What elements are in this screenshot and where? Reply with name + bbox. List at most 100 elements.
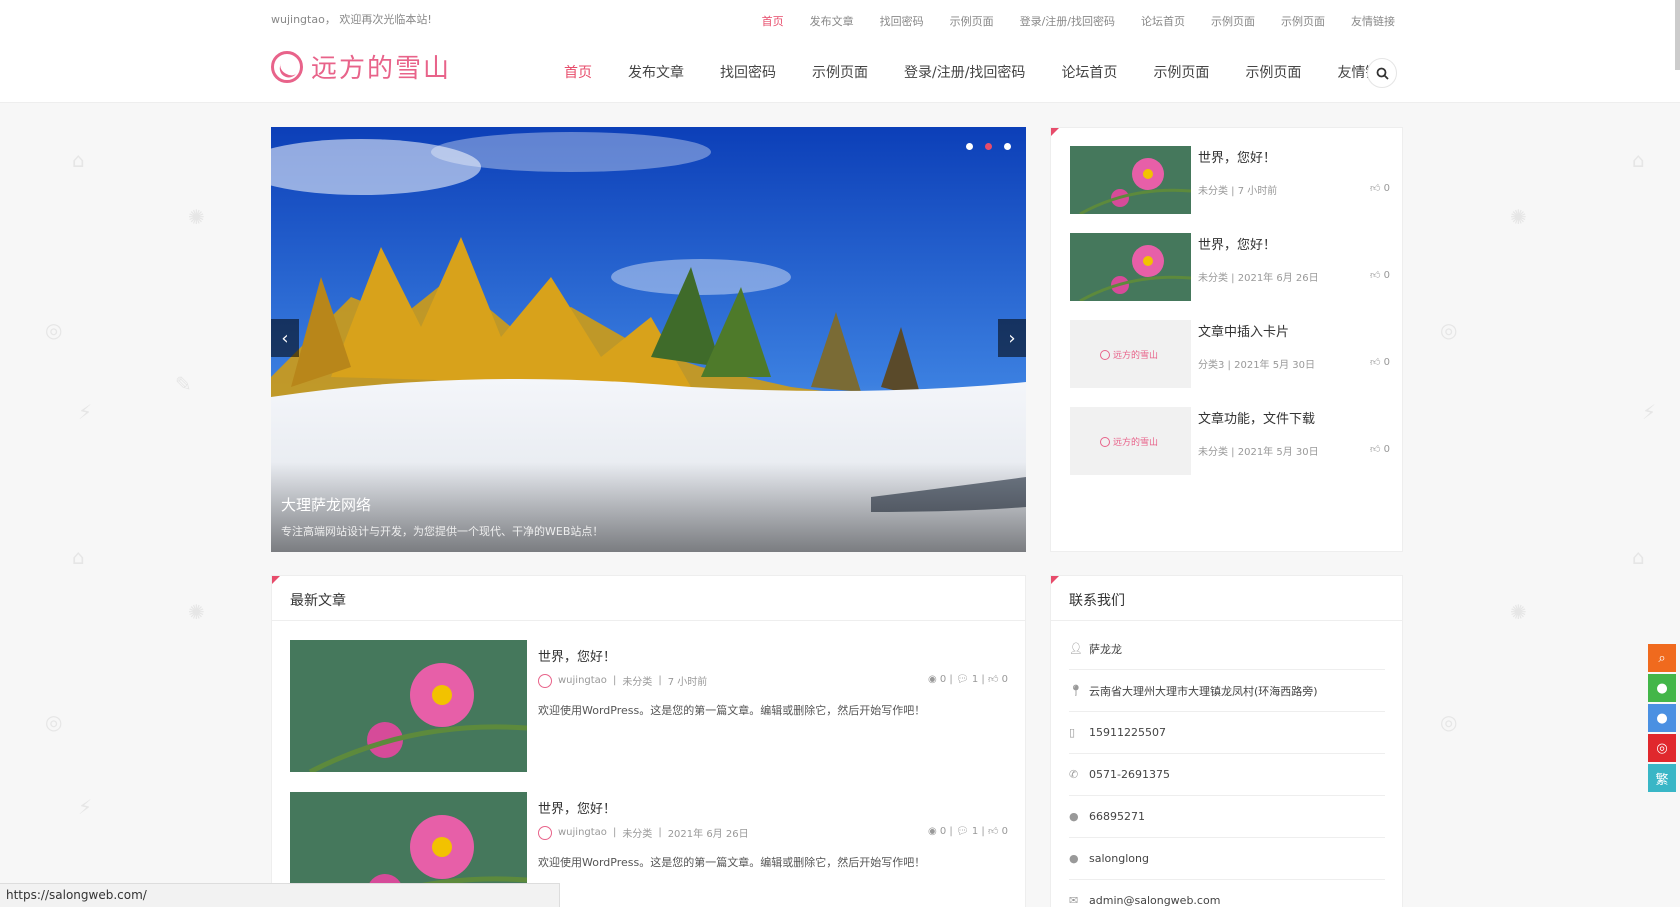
placeholder-logo-text: 远方的雪山 — [1113, 438, 1159, 448]
like-count[interactable]: 👍︎ 0 — [1370, 182, 1390, 194]
side-post-title[interactable]: 世界，您好！ — [1198, 234, 1276, 253]
side-post-item[interactable]: 远方的雪山 文章功能，文件下载 未分类 | 2021年 5月 30日 👍︎ 0 — [1070, 407, 1390, 475]
side-post-title[interactable]: 文章中插入卡片 — [1198, 321, 1289, 340]
divider — [1051, 620, 1402, 621]
slide-title[interactable]: 大理萨龙网络 — [281, 494, 371, 515]
view-count: 0 — [939, 826, 947, 837]
float-search-button[interactable]: ⌕ — [1648, 644, 1676, 672]
traditional-chinese-icon: 繁 — [1655, 772, 1669, 788]
main-nav-item-home[interactable]: 首页 — [564, 62, 592, 82]
slider-dot[interactable] — [1004, 143, 1011, 150]
side-post-list: 世界，您好！ 未分类 | 7 小时前 👍︎ 0 世界，您好！ 未分类 | 202… — [1050, 127, 1403, 552]
like-value: 0 — [1383, 357, 1390, 368]
map-marker-icon: 📍︎ — [1069, 684, 1083, 697]
main-nav-item-sample-page[interactable]: 示例页面 — [812, 62, 868, 82]
hero-slider[interactable]: ‹ › 大理萨龙网络 专注高端网站设计与开发，为您提供一个现代、干净的WEB站点… — [271, 127, 1026, 552]
post-title[interactable]: 世界，您好！ — [538, 798, 616, 817]
like-count[interactable]: 👍︎ 0 — [1370, 356, 1390, 368]
side-post-title[interactable]: 文章功能，文件下载 — [1198, 408, 1315, 427]
post-category[interactable]: 未分类 — [1198, 447, 1228, 458]
avatar[interactable] — [538, 673, 552, 688]
post-card: 世界，您好！ wujingtao | 未分类 | 7 小时前 ◉ 0 | 💬︎ 1 … — [290, 640, 1008, 772]
slider-dot[interactable] — [966, 143, 973, 150]
post-thumbnail-placeholder[interactable]: 远方的雪山 — [1070, 320, 1191, 388]
main-nav-item-login[interactable]: 登录/注册/找回密码 — [904, 62, 1025, 82]
post-category[interactable]: 未分类 — [622, 673, 652, 688]
post-excerpt: 欢迎使用WordPress。这是您的第一篇文章。编辑或删除它，然后开始写作吧！ — [538, 856, 926, 869]
main-nav-item-find-password[interactable]: 找回密码 — [720, 62, 776, 82]
wechat-icon: ● — [1656, 680, 1668, 696]
phone-icon: ✆ — [1069, 768, 1079, 781]
background-pattern-icon: ⌂ — [72, 545, 85, 569]
slider-prev-button[interactable]: ‹ — [271, 319, 299, 357]
like-value: 0 — [1383, 183, 1390, 194]
post-thumbnail[interactable] — [290, 640, 527, 772]
like-count[interactable]: 0 — [1002, 826, 1008, 837]
contact-text: 66895271 — [1089, 810, 1145, 823]
site-logo[interactable]: 远方的雪山 — [271, 48, 451, 85]
post-category[interactable]: 分类3 — [1198, 360, 1224, 371]
eye-icon: ◉ — [927, 826, 937, 837]
contact-section: 联系我们 👤︎ 萨龙龙 📍︎ 云南省大理州大理市大理镇龙凤村(环海西路旁) ▯ 159… — [1050, 575, 1403, 907]
post-author[interactable]: wujingtao — [558, 675, 607, 686]
post-category[interactable]: 未分类 — [1198, 186, 1228, 197]
main-nav-item-sample-page-2[interactable]: 示例页面 — [1153, 62, 1209, 82]
site-header: wujingtao， 欢迎再次光临本站! 首页 发布文章 找回密码 示例页面 登… — [0, 0, 1680, 103]
contact-text[interactable]: admin@salongweb.com — [1089, 894, 1220, 907]
float-wechat-button[interactable]: ● — [1648, 674, 1676, 702]
side-post-meta: 分类3 | 2021年 5月 30日 — [1198, 360, 1316, 371]
top-nav-item-find-password[interactable]: 找回密码 — [880, 13, 924, 29]
float-traditional-chinese-button[interactable]: 繁 — [1648, 764, 1676, 792]
top-nav-item-home[interactable]: 首页 — [762, 13, 784, 29]
comment-count[interactable]: 1 — [972, 674, 978, 685]
contact-text: 萨龙龙 — [1089, 642, 1122, 656]
background-pattern-icon: ⌂ — [72, 148, 85, 172]
like-count[interactable]: 👍︎ 0 — [1370, 443, 1390, 455]
top-nav-item-publish[interactable]: 发布文章 — [810, 13, 854, 29]
top-nav-item-sample-page-3[interactable]: 示例页面 — [1281, 13, 1325, 29]
background-pattern-icon: ◎ — [45, 710, 63, 734]
post-thumbnail[interactable] — [1070, 233, 1191, 301]
mobile-icon: ▯ — [1069, 726, 1076, 739]
avatar[interactable] — [538, 825, 552, 840]
main-nav-item-publish[interactable]: 发布文章 — [628, 62, 684, 82]
main-nav-item-forum[interactable]: 论坛首页 — [1061, 62, 1117, 82]
qq-icon: ● — [1069, 810, 1079, 823]
scrollbar[interactable] — [1675, 0, 1680, 70]
chevron-right-icon: › — [1008, 327, 1016, 349]
like-count[interactable]: 👍︎ 0 — [1370, 269, 1390, 281]
float-qq-button[interactable]: ● — [1648, 704, 1676, 732]
top-nav-item-forum[interactable]: 论坛首页 — [1141, 13, 1185, 29]
top-nav: 首页 发布文章 找回密码 示例页面 登录/注册/找回密码 论坛首页 示例页面 示… — [736, 13, 1395, 29]
post-author[interactable]: wujingtao — [558, 827, 607, 838]
post-category[interactable]: 未分类 — [622, 825, 652, 840]
slider-next-button[interactable]: › — [998, 319, 1026, 357]
corner-accent — [1051, 576, 1059, 584]
background-pattern-icon: ◎ — [1440, 318, 1458, 342]
thumbs-up-icon: 👍︎ — [987, 674, 999, 685]
float-weibo-button[interactable]: ◎ — [1648, 734, 1676, 762]
contact-text: 15911225507 — [1089, 726, 1166, 739]
thumbs-up-icon: 👍︎ — [1369, 270, 1381, 281]
flower-image — [290, 640, 527, 772]
side-post-item[interactable]: 世界，您好！ 未分类 | 7 小时前 👍︎ 0 — [1070, 146, 1390, 214]
slider-dot-active[interactable] — [985, 143, 992, 150]
email-icon: ✉ — [1069, 894, 1079, 907]
post-title[interactable]: 世界，您好！ — [538, 646, 616, 665]
search-button[interactable] — [1367, 58, 1397, 88]
side-post-item[interactable]: 世界，您好！ 未分类 | 2021年 6月 26日 👍︎ 0 — [1070, 233, 1390, 301]
side-post-item[interactable]: 远方的雪山 文章中插入卡片 分类3 | 2021年 5月 30日 👍︎ 0 — [1070, 320, 1390, 388]
post-thumbnail-placeholder[interactable]: 远方的雪山 — [1070, 407, 1191, 475]
wechat-icon: ● — [1069, 852, 1079, 865]
post-thumbnail[interactable] — [1070, 146, 1191, 214]
top-nav-item-sample-page-2[interactable]: 示例页面 — [1211, 13, 1255, 29]
top-nav-item-login[interactable]: 登录/注册/找回密码 — [1020, 13, 1115, 29]
side-post-title[interactable]: 世界，您好！ — [1198, 147, 1276, 166]
like-count[interactable]: 0 — [1002, 674, 1008, 685]
comment-count[interactable]: 1 — [972, 826, 978, 837]
placeholder-logo: 远方的雪山 — [1100, 435, 1158, 448]
post-category[interactable]: 未分类 — [1198, 273, 1228, 284]
main-nav-item-sample-page-3[interactable]: 示例页面 — [1245, 62, 1301, 82]
top-nav-item-sample-page[interactable]: 示例页面 — [950, 13, 994, 29]
top-nav-item-links[interactable]: 友情链接 — [1351, 13, 1395, 29]
